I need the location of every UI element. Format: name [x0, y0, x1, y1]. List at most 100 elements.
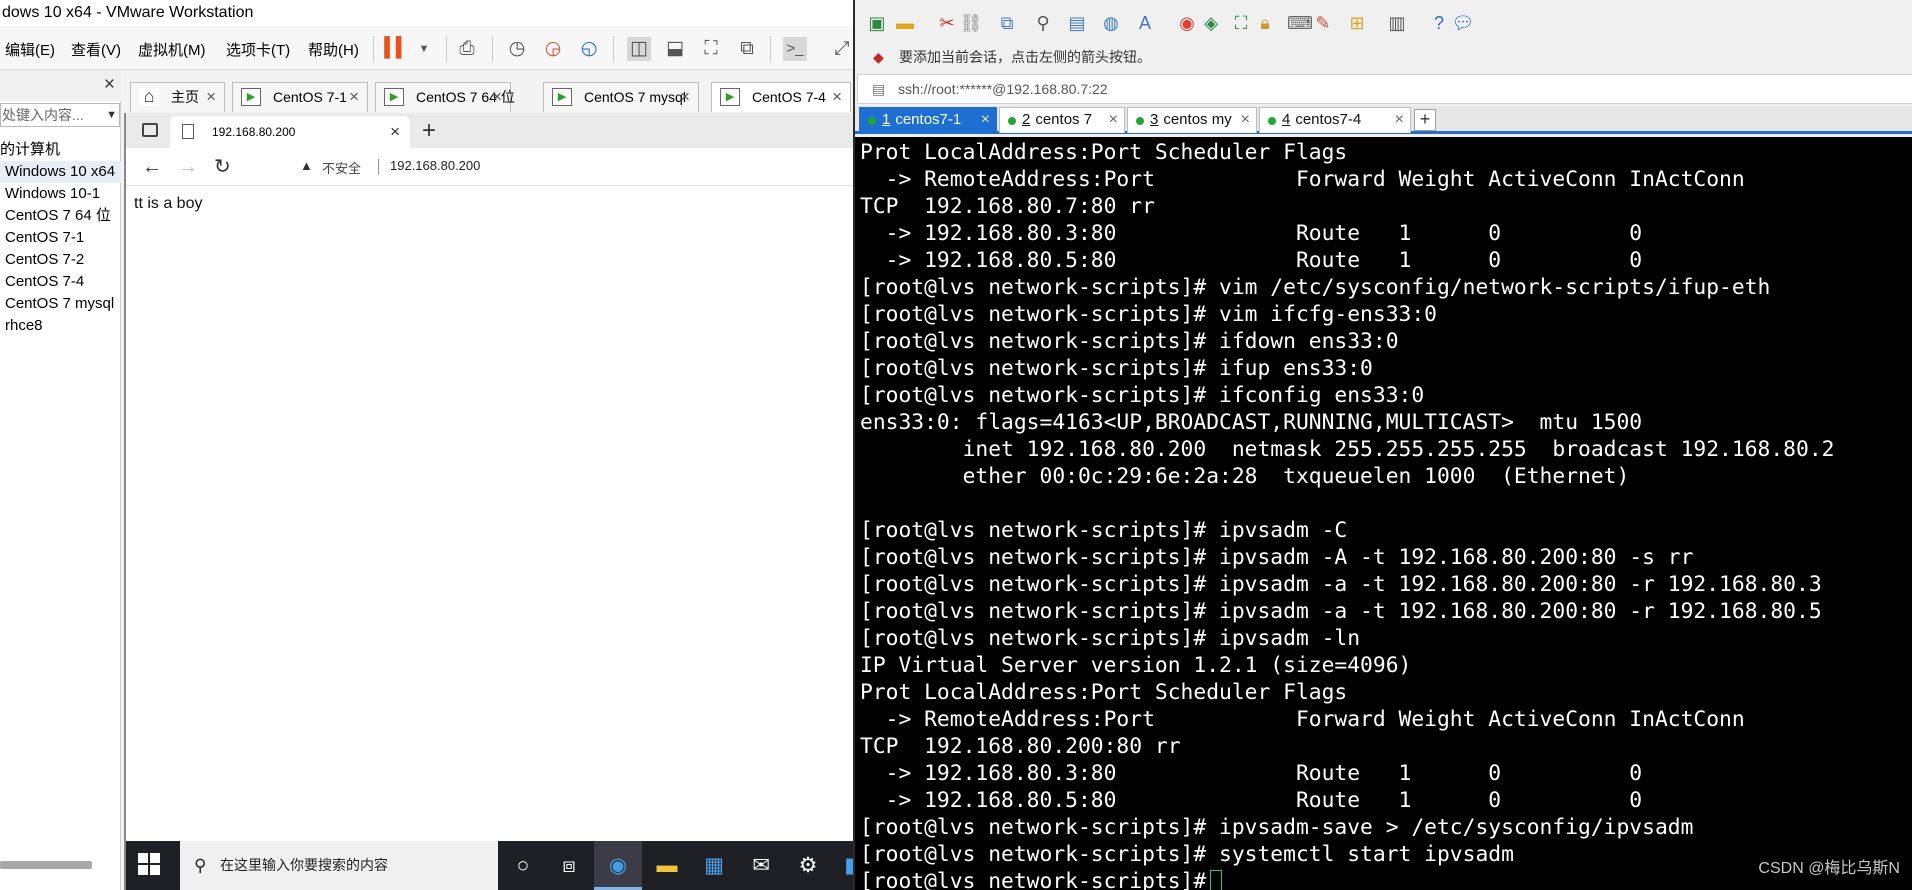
stretch-icon[interactable]: ⤢ — [830, 37, 853, 61]
add-tab-button[interactable]: + — [1414, 109, 1436, 131]
taskbar-edge-button[interactable]: ◉ — [594, 841, 642, 890]
chevron-down-icon[interactable]: ▼ — [412, 37, 436, 61]
globe-icon[interactable]: ◍ — [1099, 11, 1123, 35]
browser-tab[interactable]: 192.168.80.200 × — [170, 116, 410, 148]
send-keys-icon[interactable]: ⎙ — [455, 37, 479, 61]
forward-arrow-icon[interactable]: → — [178, 155, 198, 179]
status-dot — [1268, 117, 1276, 125]
session-tab-centos7[interactable]: 2 centos 7 × — [999, 107, 1125, 133]
warning-icon[interactable]: ▲ — [300, 158, 313, 173]
menu-tabs[interactable]: 选项卡(T) — [226, 39, 290, 60]
close-icon[interactable]: × — [206, 83, 216, 111]
close-icon[interactable]: × — [1395, 108, 1404, 132]
layout-icon[interactable]: ▥ — [1385, 11, 1409, 35]
properties-icon[interactable]: ▤ — [1065, 11, 1089, 35]
folder-icon[interactable]: ▬ — [654, 853, 680, 879]
library-item-centos7-2[interactable]: CentOS 7-2 — [0, 249, 121, 271]
tab-centos7-mysql[interactable]: ▶ CentOS 7 mysql × — [543, 82, 699, 112]
terminal[interactable]: Prot LocalAddress:Port Scheduler Flags -… — [855, 137, 1912, 890]
library-item-windows10-x64[interactable]: Windows 10 x64 — [0, 161, 121, 183]
menu-help[interactable]: 帮助(H) — [308, 39, 359, 60]
chevron-down-icon[interactable]: ▼ — [106, 104, 117, 126]
new-tab-icon[interactable]: + — [422, 116, 436, 146]
menu-edit[interactable]: 编辑(E) — [5, 39, 55, 60]
mail-icon[interactable]: ✉ — [748, 853, 774, 879]
revert-snapshot-icon[interactable]: ◶ — [541, 37, 565, 61]
terminal-line: -> 192.168.80.5:80 Route 1 0 0 — [860, 248, 1643, 273]
disconnect-icon[interactable]: ✂ — [935, 11, 959, 35]
session-tab-centos7-1[interactable]: 1 centos7-1 × — [859, 107, 997, 133]
close-icon[interactable]: × — [349, 83, 359, 111]
library-toggle-icon[interactable]: ◫ — [627, 37, 651, 61]
gear-icon[interactable]: ⚙ — [795, 853, 821, 879]
bookmark-arrow-icon[interactable]: ◆ — [873, 44, 884, 70]
fullscreen-icon[interactable]: ⛶ — [1229, 11, 1253, 35]
lock-icon[interactable]: 🔒︎ — [1253, 11, 1277, 35]
menu-vm[interactable]: 虚拟机(M) — [138, 39, 206, 60]
close-icon[interactable]: × — [832, 83, 842, 111]
url-input[interactable]: ▲ 不安全 192.168.80.200 — [286, 153, 853, 181]
store-icon[interactable]: ▦ — [701, 853, 727, 879]
keyboard-icon[interactable]: ⌨ — [1287, 11, 1313, 35]
unity-icon[interactable]: ⧉ — [735, 37, 759, 61]
back-arrow-icon[interactable]: ← — [142, 155, 162, 179]
refresh-icon[interactable]: ↻ — [214, 155, 231, 179]
console-icon[interactable]: >_ — [783, 37, 807, 61]
fullscreen-icon[interactable]: ⛶ — [699, 37, 723, 61]
cortana-icon[interactable]: ○ — [510, 853, 536, 879]
session-tab-centos-my[interactable]: 3 centos my × — [1127, 107, 1257, 133]
search-icon[interactable]: ⚲ — [1031, 11, 1055, 35]
app-icon[interactable]: ▮ — [837, 853, 853, 879]
tab-home[interactable]: ⌂ 主页 × — [130, 82, 225, 112]
pause-icon[interactable]: ▍▍ — [384, 37, 410, 61]
tab-label: CentOS 7 mysql — [584, 89, 686, 105]
session-tab-centos7-4[interactable]: 4 centos7-4 × — [1259, 107, 1411, 133]
workspace-icon[interactable] — [142, 123, 158, 137]
library-scrollbar[interactable] — [0, 861, 92, 869]
close-icon[interactable]: × — [1241, 108, 1250, 132]
library-item-centos7-64[interactable]: CentOS 7 64 位 — [0, 205, 121, 227]
new-session-icon[interactable]: ▣ — [865, 11, 889, 35]
toolbar-separator — [770, 36, 771, 62]
terminal-output: Prot LocalAddress:Port Scheduler Flags -… — [860, 139, 1834, 890]
font-icon[interactable]: A — [1133, 11, 1157, 35]
thumbnail-icon[interactable]: ⬓ — [663, 37, 687, 61]
vm-play-icon: ▶ — [552, 88, 572, 106]
terminal-line: [root@lvs network-scripts]# systemctl st… — [860, 842, 1514, 867]
library-root[interactable]: 的计算机 — [0, 139, 121, 161]
add-icon[interactable]: ⊞ — [1345, 11, 1369, 35]
xftp-icon[interactable]: ◉ — [1175, 11, 1199, 35]
xmanager-icon[interactable]: ◈ — [1199, 11, 1223, 35]
taskbar-search-input[interactable]: ⚲ 在这里输入你要搜索的内容 — [180, 841, 498, 890]
open-folder-icon[interactable]: ▬ — [893, 11, 917, 35]
library-search-input[interactable]: 处键入内容... ▼ — [0, 103, 120, 127]
close-icon[interactable]: × — [390, 116, 400, 148]
close-icon[interactable]: × — [492, 83, 502, 111]
menu-view[interactable]: 查看(V) — [71, 39, 121, 60]
script-icon[interactable]: ✎ — [1311, 11, 1335, 35]
library-item-centos7-1[interactable]: CentOS 7-1 — [0, 227, 121, 249]
close-icon[interactable]: × — [981, 108, 990, 132]
xshell-address-bar[interactable]: ▤ ssh://root:******@192.168.80.7:22 — [857, 74, 1912, 104]
library-item-rhce8[interactable]: rhce8 — [0, 315, 121, 337]
tab-centos7-64[interactable]: ▶ CentOS 7 64 位 × — [375, 82, 515, 112]
guest-screen[interactable]: 192.168.80.200 × + ← → ↻ ▲ 不安全 192.168.8… — [124, 113, 853, 890]
library-item-centos7-4[interactable]: CentOS 7-4 — [0, 271, 121, 293]
reconnect-icon[interactable]: ⛓ — [959, 11, 983, 35]
windows-start-icon[interactable] — [138, 853, 160, 875]
snapshot-icon[interactable]: ◷ — [505, 37, 529, 61]
close-icon[interactable]: × — [680, 83, 690, 111]
help-icon[interactable]: ? — [1427, 11, 1451, 35]
library-item-centos7-mysql[interactable]: CentOS 7 mysql — [0, 293, 121, 315]
copy-icon[interactable]: ⧉ — [995, 11, 1019, 35]
library-item-windows10-1[interactable]: Windows 10-1 — [0, 183, 121, 205]
task-view-icon[interactable]: ⧈ — [556, 853, 582, 879]
close-icon[interactable]: × — [1109, 108, 1118, 132]
tab-centos7-1[interactable]: ▶ CentOS 7-1 × — [232, 82, 368, 112]
snapshot-manager-icon[interactable]: ◵ — [577, 37, 601, 61]
chat-icon[interactable]: 💬︎ — [1451, 11, 1475, 35]
tab-centos7-4[interactable]: ▶ CentOS 7-4 × — [711, 82, 851, 112]
close-icon[interactable]: × — [104, 74, 115, 96]
insecure-label[interactable]: 不安全 — [322, 158, 361, 177]
